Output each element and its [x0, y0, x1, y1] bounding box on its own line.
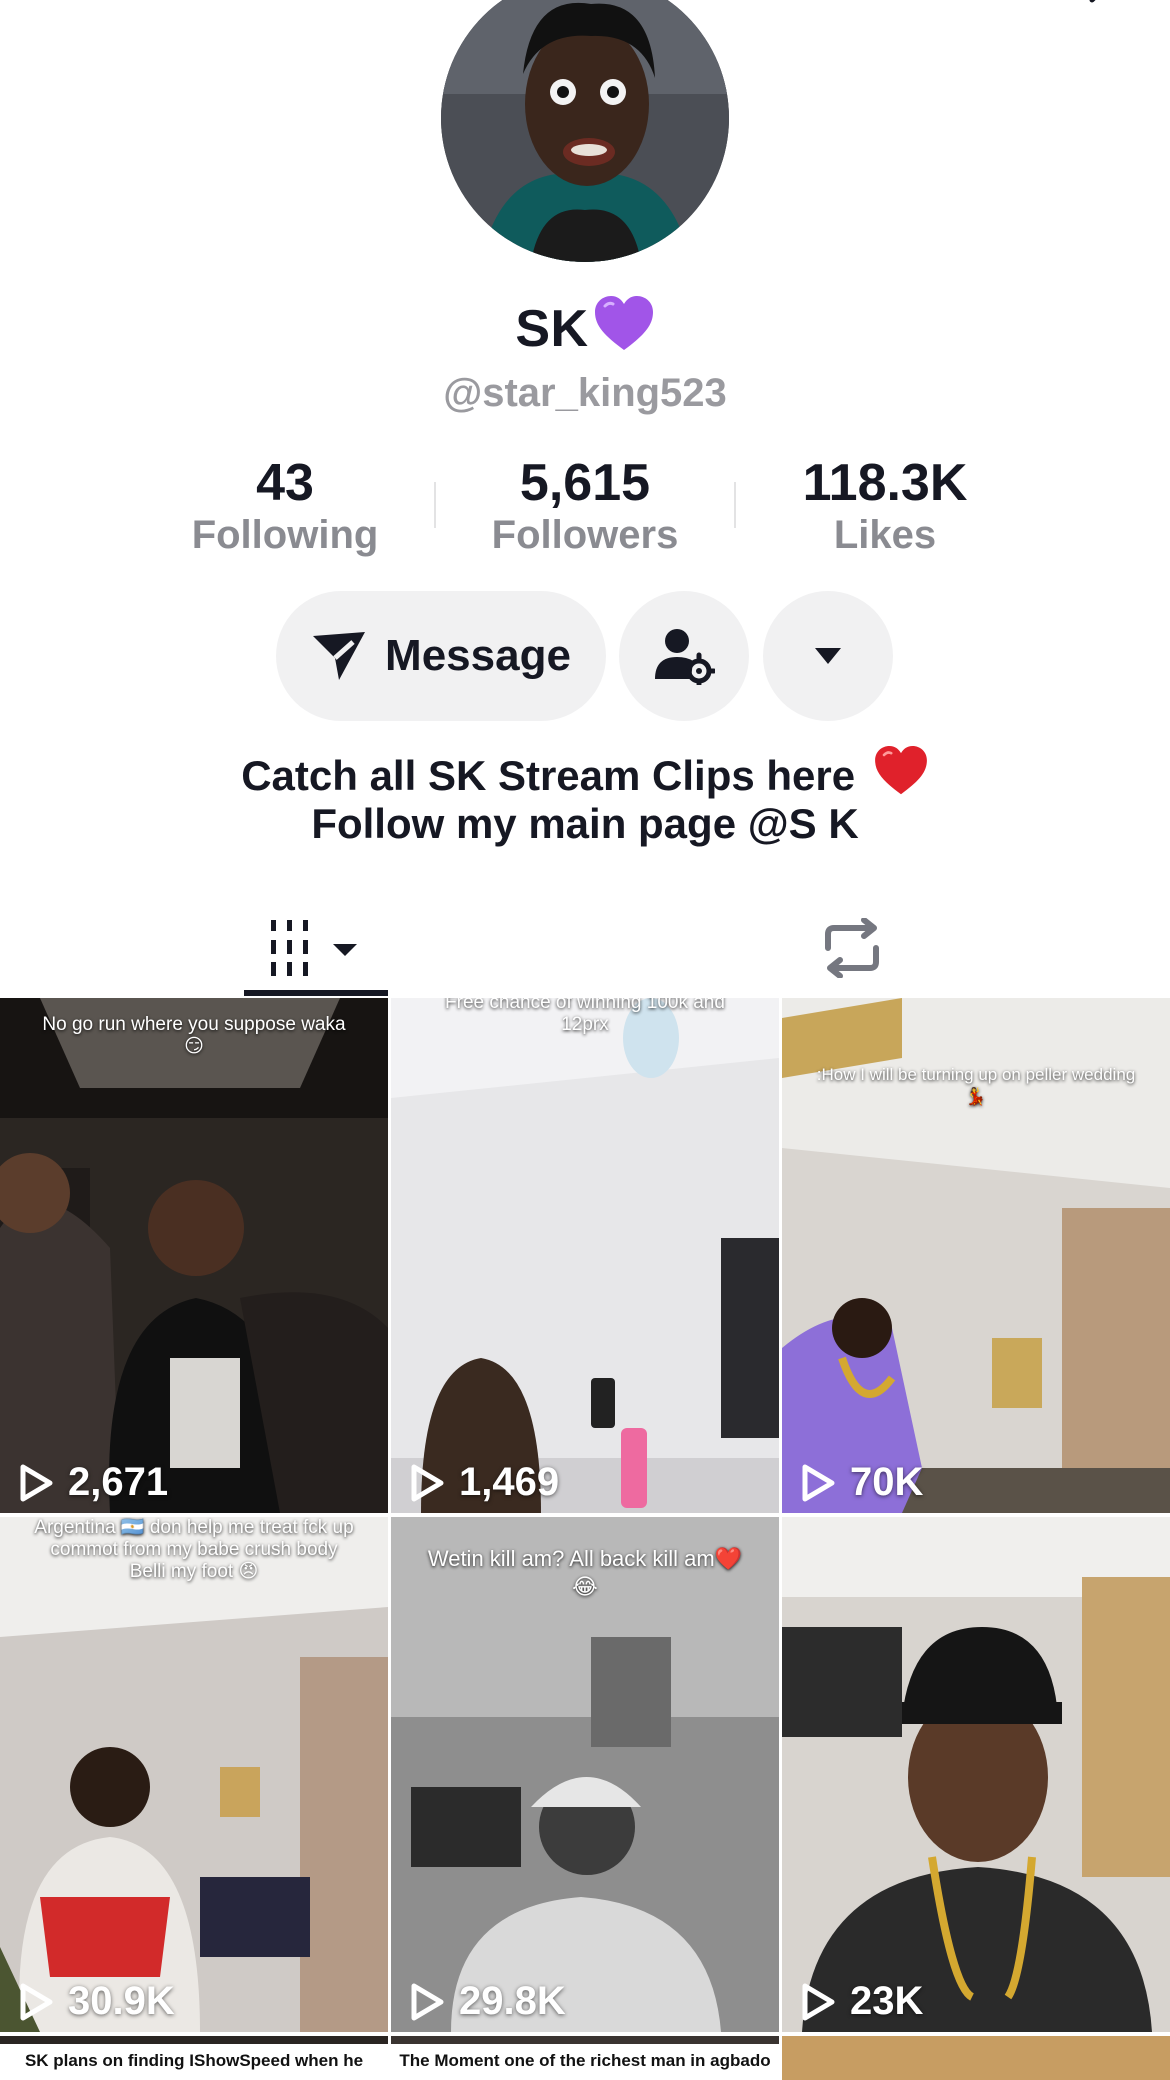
send-icon — [311, 630, 367, 682]
view-count: 23K — [800, 1979, 923, 2024]
video-tile[interactable] — [782, 2036, 1170, 2080]
view-count-text: 70K — [850, 1460, 924, 1504]
view-count-text: 29.8K — [459, 1979, 566, 2023]
video-tile[interactable]: :How I will be turning up on peller wedd… — [782, 998, 1170, 1513]
play-icon — [20, 1464, 53, 1501]
view-count-text: 1,469 — [459, 1460, 560, 1504]
follow-settings-button[interactable] — [619, 591, 749, 721]
repost-icon — [820, 918, 884, 978]
back-arrow-icon[interactable] — [60, 0, 100, 16]
likes-label: Likes — [833, 513, 937, 557]
video-tile[interactable]: Free chance of winning 100k and 12prx 1,… — [391, 998, 779, 1513]
play-icon — [20, 1983, 53, 2020]
stat-followers[interactable]: 5,615 Followers — [435, 452, 735, 560]
view-count: 29.8K — [409, 1979, 566, 2024]
purple-heart-icon — [593, 296, 655, 366]
videos-grid-icon — [269, 918, 363, 978]
stat-following[interactable]: 43 Following — [135, 452, 435, 560]
play-icon — [411, 1464, 444, 1501]
video-tile[interactable]: SK plans on finding IShowSpeed when he c… — [0, 2036, 388, 2080]
following-label: Following — [191, 513, 379, 557]
video-tile[interactable]: No go run where you suppose waka 😏 2,671 — [0, 998, 388, 1513]
play-icon — [411, 1983, 444, 2020]
followers-label: Followers — [491, 513, 679, 557]
view-count: 30.9K — [18, 1979, 175, 2024]
view-count: 70K — [800, 1460, 923, 1505]
following-count: 43 — [256, 454, 314, 512]
video-tile[interactable]: The Moment one of the richest man in agb… — [391, 2036, 779, 2080]
view-count-text: 23K — [850, 1979, 924, 2023]
username: @star_king523 — [443, 371, 727, 415]
likes-count: 118.3K — [802, 454, 968, 512]
view-count-text: 30.9K — [68, 1979, 175, 2023]
message-button[interactable]: Message — [276, 591, 606, 721]
more-options-button[interactable] — [763, 591, 893, 721]
bell-icon[interactable] — [952, 0, 988, 16]
video-tile[interactable]: Wetin kill am? All back kill am❤️😂 29.8K — [391, 1517, 779, 2032]
video-tile[interactable]: 23K — [782, 1517, 1170, 2032]
stat-likes[interactable]: 118.3K Likes — [735, 452, 1035, 560]
video-caption: Wetin kill am? All back kill am❤️😂 — [427, 1546, 743, 1599]
bio-line-1-text: Catch all SK Stream Clips here — [241, 752, 856, 799]
view-count: 1,469 — [409, 1460, 559, 1505]
bio-line-2: Follow my main page @S K — [311, 800, 859, 847]
active-tab-indicator — [244, 990, 388, 996]
play-icon — [802, 1983, 835, 2020]
video-caption: No go run where you suppose waka 😏 — [42, 1014, 346, 1057]
video-tile[interactable]: Argentina 🇦🇷 don help me treat fck up co… — [0, 1517, 388, 2032]
caret-down-icon — [813, 646, 843, 666]
view-count: 2,671 — [18, 1460, 168, 1505]
share-icon[interactable] — [1052, 0, 1108, 16]
play-icon — [802, 1464, 835, 1501]
video-caption: Argentina 🇦🇷 don help me treat fck up co… — [34, 1517, 354, 1582]
tab-reposts[interactable] — [780, 900, 924, 996]
display-name: SK — [0, 296, 1170, 366]
video-caption: SK plans on finding IShowSpeed when he c… — [0, 2044, 388, 2080]
video-caption: The Moment one of the richest man in agb… — [391, 2044, 779, 2080]
video-caption: Free chance of winning 100k and 12prx — [445, 998, 725, 1035]
followers-count: 5,615 — [519, 454, 651, 512]
tab-videos[interactable] — [244, 900, 388, 996]
message-label: Message — [385, 631, 571, 680]
avatar[interactable] — [441, 0, 729, 262]
video-caption: :How I will be turning up on peller wedd… — [816, 1065, 1136, 1106]
person-gear-icon — [653, 627, 715, 685]
view-count-text: 2,671 — [68, 1460, 169, 1504]
display-name-text: SK — [515, 300, 589, 358]
